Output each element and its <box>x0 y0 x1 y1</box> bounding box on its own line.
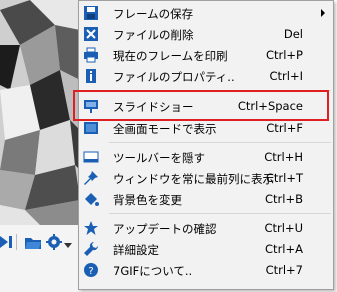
open-folder-icon[interactable] <box>24 234 42 250</box>
menu-item-label: ファイルのプロパティ.. <box>113 70 235 84</box>
menu-item-shortcut: Ctrl+B <box>265 192 303 206</box>
menu-item-label: ファイルの削除 <box>113 28 194 42</box>
menu-item-file-properties[interactable]: ファイルのプロパティ.. Ctrl+I <box>79 66 333 86</box>
menu-item-always-on-top[interactable]: ウィンドウを常に最前列に表示 Ctrl+T <box>79 168 333 188</box>
dropdown-arrow-icon[interactable] <box>64 238 72 254</box>
menu-item-label: 背景色を変更 <box>113 193 182 207</box>
paint-bucket-icon <box>85 193 99 206</box>
bottom-toolbar <box>0 230 80 256</box>
background-app <box>0 0 80 292</box>
context-menu: フレームの保存 ファイルの削除 Del 現在のフレームを印刷 Ctrl+P ファ… <box>78 0 334 290</box>
gif-preview-image <box>0 0 80 225</box>
toolbar-icon <box>83 151 99 163</box>
menu-item-change-background[interactable]: 背景色を変更 Ctrl+B <box>79 189 333 209</box>
menu-item-shortcut: Ctrl+A <box>265 242 303 256</box>
settings-gear-icon[interactable] <box>46 234 62 250</box>
menu-item-delete-file[interactable]: ファイルの削除 Del <box>79 24 333 44</box>
delete-x-icon <box>84 27 98 41</box>
menu-item-shortcut: Ctrl+I <box>269 69 304 83</box>
printer-icon <box>84 47 98 63</box>
menu-item-check-updates[interactable]: アップデートの確認 Ctrl+U <box>79 218 333 238</box>
menu-item-about[interactable]: ? 7GIFについて.. Ctrl+7 <box>79 260 333 280</box>
menu-item-advanced-settings[interactable]: 詳細設定 Ctrl+A <box>79 239 333 259</box>
next-frame-icon[interactable] <box>0 234 14 250</box>
info-icon <box>86 69 96 83</box>
menu-item-shortcut: Ctrl+U <box>264 221 303 235</box>
svg-text:?: ? <box>88 266 93 277</box>
fullscreen-icon <box>84 122 98 134</box>
menu-item-label: 詳細設定 <box>113 243 159 257</box>
menu-item-shortcut: Ctrl+P <box>265 48 303 62</box>
menu-item-label: 7GIFについて.. <box>113 264 193 278</box>
menu-item-shortcut: Del <box>283 27 303 41</box>
toolbar-divider <box>16 234 17 250</box>
menu-item-shortcut: Ctrl+H <box>264 150 303 164</box>
menu-item-label: 現在のフレームを印刷 <box>113 49 228 63</box>
menu-item-label: 全画面モードで表示 <box>113 122 217 136</box>
menu-item-label: ツールバーを隠す <box>113 151 205 165</box>
menu-item-label: ウィンドウを常に最前列に表示 <box>113 172 274 186</box>
menu-item-hide-toolbar[interactable]: ツールバーを隠す Ctrl+H <box>79 147 333 167</box>
wrench-icon <box>84 241 99 256</box>
menu-separator <box>109 142 331 143</box>
submenu-arrow-icon <box>321 9 325 17</box>
menu-item-shortcut: Ctrl+F <box>266 121 303 135</box>
menu-item-shortcut: Ctrl+7 <box>265 263 303 277</box>
menu-item-fullscreen[interactable]: 全画面モードで表示 Ctrl+F <box>79 118 333 138</box>
menu-item-label: アップデートの確認 <box>113 222 217 236</box>
help-icon: ? <box>84 263 98 277</box>
menu-item-save-frame[interactable]: フレームの保存 <box>79 3 333 23</box>
floppy-disk-icon <box>84 6 98 20</box>
menu-item-print-frame[interactable]: 現在のフレームを印刷 Ctrl+P <box>79 45 333 65</box>
menu-item-shortcut: Ctrl+T <box>265 171 303 185</box>
menu-item-label: フレームの保存 <box>113 7 194 21</box>
slideshow-highlight-box <box>73 90 329 121</box>
pin-icon <box>84 171 98 185</box>
menu-separator <box>109 213 331 214</box>
star-icon <box>84 221 98 235</box>
